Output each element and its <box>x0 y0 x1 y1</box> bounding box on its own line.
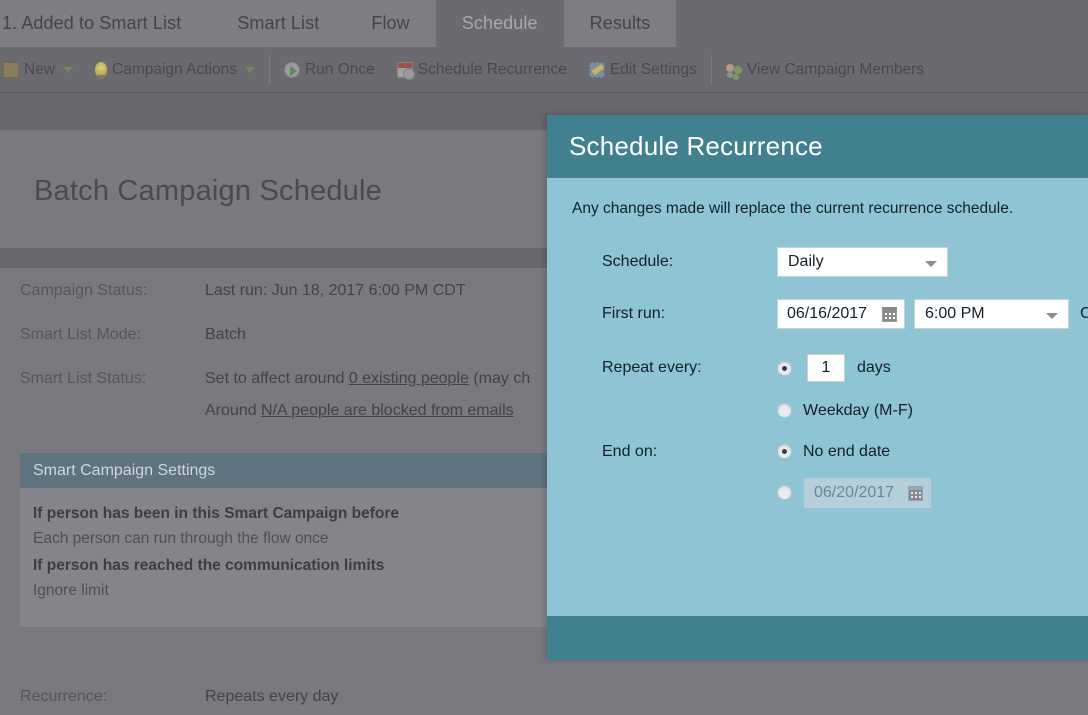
detail-label: Recurrence: <box>20 688 108 705</box>
form-row-end-date: 06/20/2017 <box>602 472 1088 513</box>
dialog-body: Any changes made will replace the curren… <box>547 178 1088 616</box>
new-icon <box>3 61 19 78</box>
detail-label: Smart List Status: <box>20 370 147 387</box>
detail-label: Smart List Mode: <box>20 326 141 343</box>
end-date-control: 06/20/2017 <box>777 477 931 508</box>
first-run-time-select[interactable]: 6:00 PM <box>914 299 1069 329</box>
first-run-time-value: 6:00 PM <box>925 305 985 322</box>
detail-value: Batch <box>205 326 246 343</box>
detail-value: Last run: Jun 18, 2017 6:00 PM CDT <box>205 282 466 299</box>
app-root: 1. Added to Smart List Smart List Flow S… <box>0 0 1088 715</box>
toolbar-divider <box>268 54 270 85</box>
dialog-note: Any changes made will replace the curren… <box>572 200 1014 217</box>
pencil-icon <box>588 61 605 78</box>
radio-repeat-weekday[interactable] <box>777 403 792 418</box>
form-row-repeat-every: Repeat every: 1 days <box>602 346 1088 390</box>
repeat-every-label: Repeat every: <box>602 359 702 376</box>
tab-label: Flow <box>371 13 410 33</box>
detail-value: Set to affect around 0 existing people (… <box>205 370 530 388</box>
campaign-actions-label: Campaign Actions <box>112 60 237 78</box>
schedule-recurrence-button[interactable]: Schedule Recurrence <box>386 55 578 85</box>
new-button[interactable]: New <box>0 55 84 85</box>
dialog-header: Schedule Recurrence <box>547 115 1088 178</box>
radio-repeat-interval[interactable] <box>777 360 792 376</box>
repeat-interval-control: 1 days <box>777 354 891 382</box>
tab-label: Smart List <box>237 13 320 33</box>
view-campaign-members-button[interactable]: View Campaign Members <box>715 55 935 85</box>
status-prefix: Set to affect around <box>205 370 349 387</box>
tab-bar: 1. Added to Smart List Smart List Flow S… <box>0 0 1088 47</box>
detail-value: Repeats every day <box>205 688 339 705</box>
existing-people-link[interactable]: 0 existing people <box>349 370 469 387</box>
calendar-clock-icon <box>396 61 415 80</box>
no-end-date-label: No end date <box>803 442 891 460</box>
toolbar: New Campaign Actions Run Once Schedule R… <box>0 47 1088 93</box>
tab-smart-list[interactable]: Smart List <box>211 0 346 47</box>
first-run-control: 06/16/2017 6:00 PM CDT <box>777 299 1088 329</box>
timezone-label: CDT <box>1080 305 1088 322</box>
tab-schedule[interactable]: Schedule <box>435 0 564 47</box>
calendar-icon[interactable] <box>882 307 897 322</box>
tab-label: Schedule <box>461 13 538 33</box>
page-title: Batch Campaign Schedule <box>34 175 382 207</box>
status-suffix: (may ch <box>468 370 531 387</box>
recurrence-form: Schedule: Daily First run: 06/16/2017 6:… <box>547 240 1088 513</box>
first-run-date-input[interactable]: 06/16/2017 <box>777 299 905 329</box>
dialog-title: Schedule Recurrence <box>569 131 823 161</box>
tab-flow[interactable]: Flow <box>345 0 436 47</box>
run-once-label: Run Once <box>304 60 375 78</box>
radio-end-date[interactable] <box>777 485 792 500</box>
view-campaign-members-label: View Campaign Members <box>746 60 925 78</box>
chevron-down-icon <box>63 66 74 73</box>
end-on-label: End on: <box>602 442 658 460</box>
play-icon <box>283 61 300 78</box>
schedule-control: Daily <box>777 247 948 277</box>
people-icon <box>725 62 742 78</box>
schedule-label: Schedule: <box>602 253 674 270</box>
schedule-select-value: Daily <box>788 253 824 270</box>
run-once-button[interactable]: Run Once <box>273 55 386 85</box>
first-run-date-value: 06/16/2017 <box>787 305 868 322</box>
edit-settings-button[interactable]: Edit Settings <box>578 55 708 85</box>
form-row-weekday: Weekday (M-F) <box>602 390 1088 431</box>
blocked-people-link[interactable]: N/A people are blocked from emails <box>261 402 514 419</box>
detail-label: Campaign Status: <box>20 282 148 299</box>
radio-no-end-date[interactable] <box>777 444 792 459</box>
new-label: New <box>24 60 56 78</box>
calendar-icon[interactable] <box>908 485 923 501</box>
tab-results[interactable]: Results <box>563 0 677 47</box>
chevron-down-icon <box>1046 313 1058 319</box>
repeat-interval-input[interactable]: 1 <box>807 354 845 382</box>
form-row-schedule: Schedule: Daily <box>602 240 1088 284</box>
campaign-actions-button[interactable]: Campaign Actions <box>84 55 266 85</box>
lightbulb-icon <box>95 62 108 79</box>
detail-row-recurrence: Recurrence: Repeats every day <box>20 688 338 706</box>
repeat-weekday-control: Weekday (M-F) <box>777 402 913 420</box>
weekday-label: Weekday (M-F) <box>803 401 913 419</box>
edit-settings-label: Edit Settings <box>609 60 697 78</box>
schedule-recurrence-dialog: Schedule Recurrence Any changes made wil… <box>547 115 1088 660</box>
no-end-date-control: No end date <box>777 443 890 461</box>
chevron-down-icon <box>925 261 937 267</box>
form-row-first-run: First run: 06/16/2017 6:00 PM CDT <box>602 292 1088 336</box>
tab-label: 1. Added to Smart List <box>2 13 182 33</box>
schedule-recurrence-label: Schedule Recurrence <box>417 60 567 78</box>
schedule-select[interactable]: Daily <box>777 247 948 277</box>
chevron-down-icon <box>244 66 255 73</box>
repeat-interval-unit-label: days <box>857 359 891 376</box>
tab-added-to-smart-list[interactable]: 1. Added to Smart List <box>0 0 212 47</box>
dialog-footer <box>547 616 1088 660</box>
form-row-end-on: End on: No end date <box>602 431 1088 472</box>
blocked-prefix: Around <box>205 402 262 419</box>
end-date-value: 06/20/2017 <box>814 483 895 501</box>
tab-label: Results <box>589 13 651 33</box>
first-run-label: First run: <box>602 305 666 322</box>
toolbar-divider <box>710 54 712 85</box>
end-date-input[interactable]: 06/20/2017 <box>804 477 931 508</box>
